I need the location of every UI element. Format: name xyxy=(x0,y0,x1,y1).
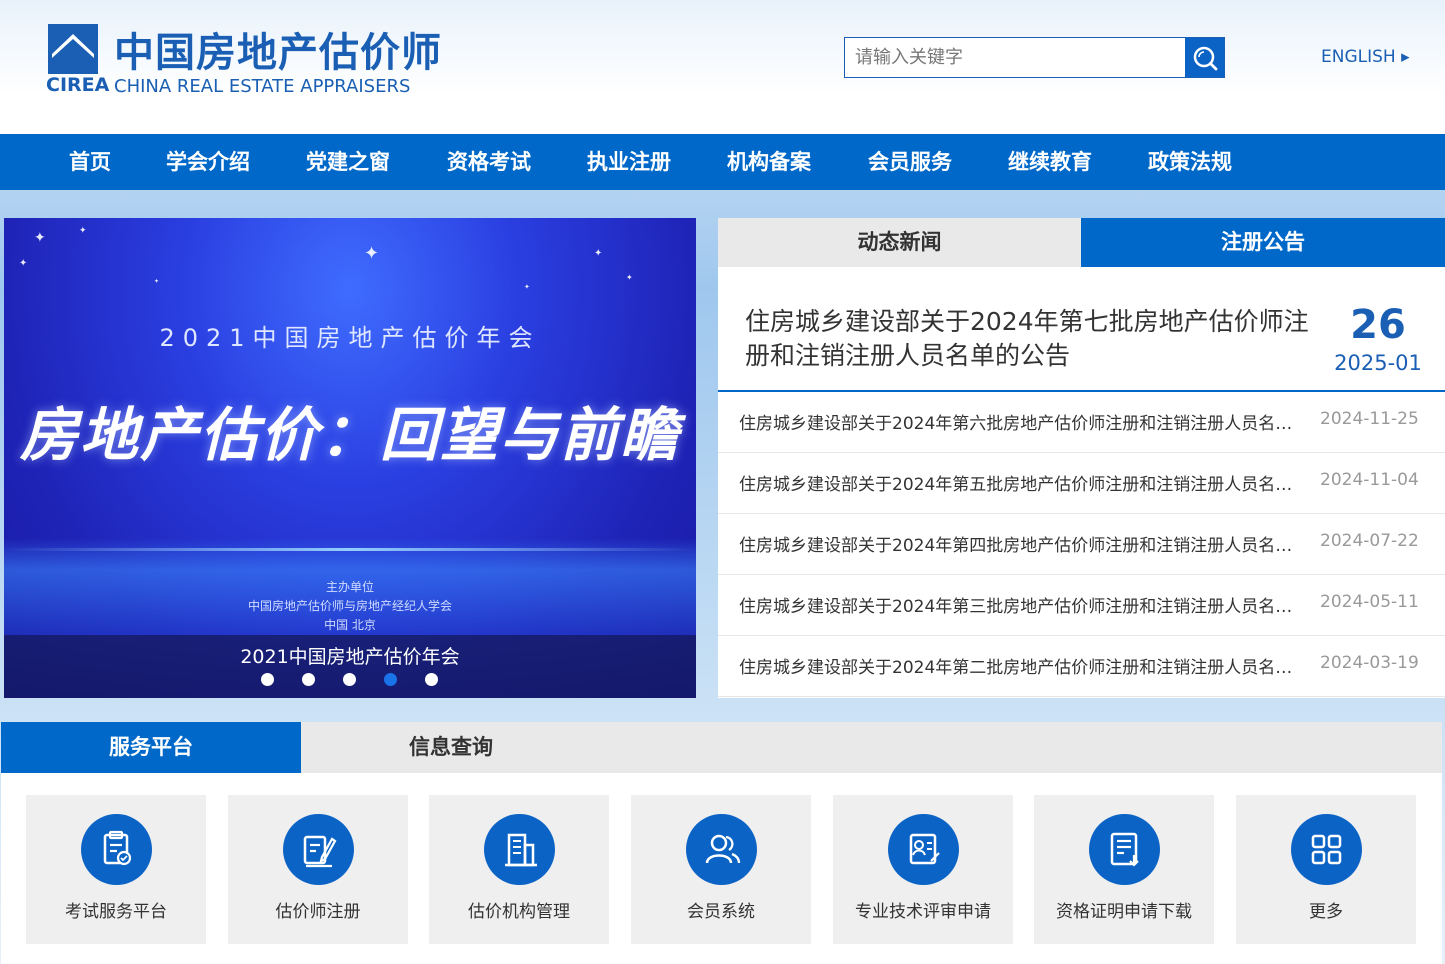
nav-item-1[interactable]: 首页 xyxy=(69,134,111,190)
carousel-dots xyxy=(261,673,441,687)
news-item-date: 2024-11-25 xyxy=(1320,409,1419,429)
news-item[interactable]: 住房城乡建设部关于2024年第三批房地产估价师注册和注销注册人员名单的公告 202… xyxy=(718,575,1445,636)
search-button[interactable] xyxy=(1185,38,1224,77)
service-card-1[interactable]: 考试服务平台 xyxy=(26,795,206,944)
service-card-2[interactable]: 估价师注册 xyxy=(228,795,408,944)
news-item[interactable]: 住房城乡建设部关于2024年第四批房地产估价师注册和注销注册人员名单的公告 202… xyxy=(718,514,1445,575)
search-box xyxy=(844,37,1225,78)
news-item-date: 2024-11-04 xyxy=(1320,470,1419,490)
service-card-label: 会员系统 xyxy=(687,902,755,922)
service-card-label: 资格证明申请下载 xyxy=(1056,902,1192,922)
service-tabs: 服务平台 信息查询 xyxy=(1,722,1442,773)
service-card-3[interactable]: 估价机构管理 xyxy=(429,795,609,944)
star-decoration: ✦ xyxy=(19,258,28,269)
service-card-6[interactable]: 资格证明申请下载 xyxy=(1034,795,1214,944)
nav-item-9[interactable]: 政策法规 xyxy=(1148,134,1232,190)
featured-news[interactable]: 住房城乡建设部关于2024年第七批房地产估价师注册和注销注册人员名单的公告 26… xyxy=(718,288,1445,392)
news-item-title: 住房城乡建设部关于2024年第三批房地产估价师注册和注销注册人员名单的公告 xyxy=(739,597,1299,617)
news-item[interactable]: 住房城乡建设部关于2024年第二批房地产估价师注册和注销注册人员名单的公告 202… xyxy=(718,636,1445,697)
star-decoration: ✦ xyxy=(524,283,530,291)
star-decoration: ✦ xyxy=(626,273,633,282)
service-card-label: 估价师注册 xyxy=(275,902,361,922)
news-item-title: 住房城乡建设部关于2024年第五批房地产估价师注册和注销注册人员名单的公告 xyxy=(739,475,1299,495)
tab-service-platform[interactable]: 服务平台 xyxy=(1,722,301,773)
grid-more-icon xyxy=(1291,814,1362,885)
exam-clipboard-icon xyxy=(81,814,152,885)
service-card-label: 更多 xyxy=(1309,902,1343,922)
service-card-4[interactable]: 会员系统 xyxy=(631,795,811,944)
nav-item-8[interactable]: 继续教育 xyxy=(1008,134,1092,190)
site-logo[interactable]: CIREA 中国房地产估价师 CHINA REAL ESTATE APPRAIS… xyxy=(46,22,466,102)
review-document-icon xyxy=(888,814,959,885)
featured-news-day: 26 xyxy=(1350,302,1406,348)
star-decoration: ✦ xyxy=(79,226,87,236)
nav-item-6[interactable]: 机构备案 xyxy=(727,134,811,190)
logo-title-cn: 中国房地产估价师 xyxy=(114,30,442,76)
tab-registration-notice[interactable]: 注册公告 xyxy=(1081,218,1445,267)
news-item[interactable]: 住房城乡建设部关于2024年第六批房地产估价师注册和注销注册人员名单的公告 202… xyxy=(718,392,1445,453)
logo-mark-icon xyxy=(48,24,98,74)
service-card-label: 专业技术评审申请 xyxy=(855,902,991,922)
banner-org-line2: 中国房地产估价师与房地产经纪人学会 xyxy=(247,599,452,613)
members-icon xyxy=(686,814,757,885)
service-card-5[interactable]: 专业技术评审申请 xyxy=(833,795,1013,944)
news-item[interactable]: 住房城乡建设部关于2024年第五批房地产估价师注册和注销注册人员名单的公告 202… xyxy=(718,453,1445,514)
service-card-label: 估价机构管理 xyxy=(468,902,570,922)
news-tabs: 动态新闻 注册公告 xyxy=(718,218,1445,267)
search-input[interactable] xyxy=(845,38,1186,77)
star-decoration: ✦ xyxy=(594,248,603,259)
news-panel: 动态新闻 注册公告 住房城乡建设部关于2024年第七批房地产估价师注册和注销注册… xyxy=(718,218,1445,698)
banner-organizer: 主办单位 中国房地产估价师与房地产经纪人学会 中国 北京 xyxy=(4,578,696,635)
service-panel: 服务平台 信息查询 考试服务平台 估价师注册 估价机构管理 会员系统 专业技术评审申请 资… xyxy=(1,722,1442,964)
carousel-dot[interactable] xyxy=(261,673,274,686)
news-item-date: 2024-07-22 xyxy=(1320,531,1419,551)
banner-subtitle: 2021中国房地产估价年会 xyxy=(159,324,541,352)
news-item-title: 住房城乡建设部关于2024年第六批房地产估价师注册和注销注册人员名单的公告 xyxy=(739,414,1299,434)
tab-dynamic-news[interactable]: 动态新闻 xyxy=(718,218,1081,267)
english-link[interactable]: ENGLISH ▸ xyxy=(1321,47,1410,67)
news-item-date: 2024-03-19 xyxy=(1320,653,1419,673)
registration-pen-icon xyxy=(283,814,354,885)
star-decoration: ✦ xyxy=(154,278,160,285)
main-nav: 首页 学会介绍 党建之窗 资格考试 执业注册 机构备案 会员服务 继续教育 政策法规 xyxy=(0,134,1445,190)
download-document-icon xyxy=(1089,814,1160,885)
tab-info-query[interactable]: 信息查询 xyxy=(301,722,601,773)
carousel-dot[interactable] xyxy=(343,673,356,686)
logo-title-en: CHINA REAL ESTATE APPRAISERS xyxy=(114,76,411,97)
news-item-title: 住房城乡建设部关于2024年第四批房地产估价师注册和注销注册人员名单的公告 xyxy=(739,536,1299,556)
featured-news-title: 住房城乡建设部关于2024年第七批房地产估价师注册和注销注册人员名单的公告 xyxy=(745,307,1309,370)
news-item-date: 2024-05-11 xyxy=(1320,592,1419,612)
carousel-dot[interactable] xyxy=(425,673,438,686)
banner-horizon-line xyxy=(4,548,696,551)
banner-org-line1: 主办单位 xyxy=(325,580,374,594)
banner-org-line3: 中国 北京 xyxy=(324,618,376,632)
news-item-title: 住房城乡建设部关于2024年第二批房地产估价师注册和注销注册人员名单的公告 xyxy=(739,658,1299,678)
featured-news-year-month: 2025-01 xyxy=(1334,351,1422,375)
nav-item-2[interactable]: 学会介绍 xyxy=(166,134,250,190)
star-decoration: ✦ xyxy=(34,230,46,246)
nav-item-3[interactable]: 党建之窗 xyxy=(306,134,390,190)
banner-caption-bar: 2021中国房地产估价年会 xyxy=(4,635,696,698)
nav-item-7[interactable]: 会员服务 xyxy=(868,134,952,190)
building-icon xyxy=(484,814,555,885)
star-decoration: ✦ xyxy=(364,243,380,264)
banner-caption: 2021中国房地产估价年会 xyxy=(240,646,460,668)
carousel-dot[interactable] xyxy=(302,673,315,686)
nav-item-5[interactable]: 执业注册 xyxy=(587,134,671,190)
banner-carousel[interactable]: ✦ ✦ ✦ ✦ ✦ ✦ ✦ ✦ 2021中国房地产估价年会 房地产估价：回望与前… xyxy=(4,218,696,698)
carousel-dot[interactable] xyxy=(384,673,397,686)
service-card-7[interactable]: 更多 xyxy=(1236,795,1416,944)
logo-abbr: CIREA xyxy=(46,74,110,96)
search-icon xyxy=(1193,46,1217,70)
banner-headline: 房地产估价：回望与前瞻 xyxy=(19,401,680,469)
nav-item-4[interactable]: 资格考试 xyxy=(447,134,531,190)
service-card-label: 考试服务平台 xyxy=(65,902,167,922)
site-header: CIREA 中国房地产估价师 CHINA REAL ESTATE APPRAIS… xyxy=(0,0,1445,134)
